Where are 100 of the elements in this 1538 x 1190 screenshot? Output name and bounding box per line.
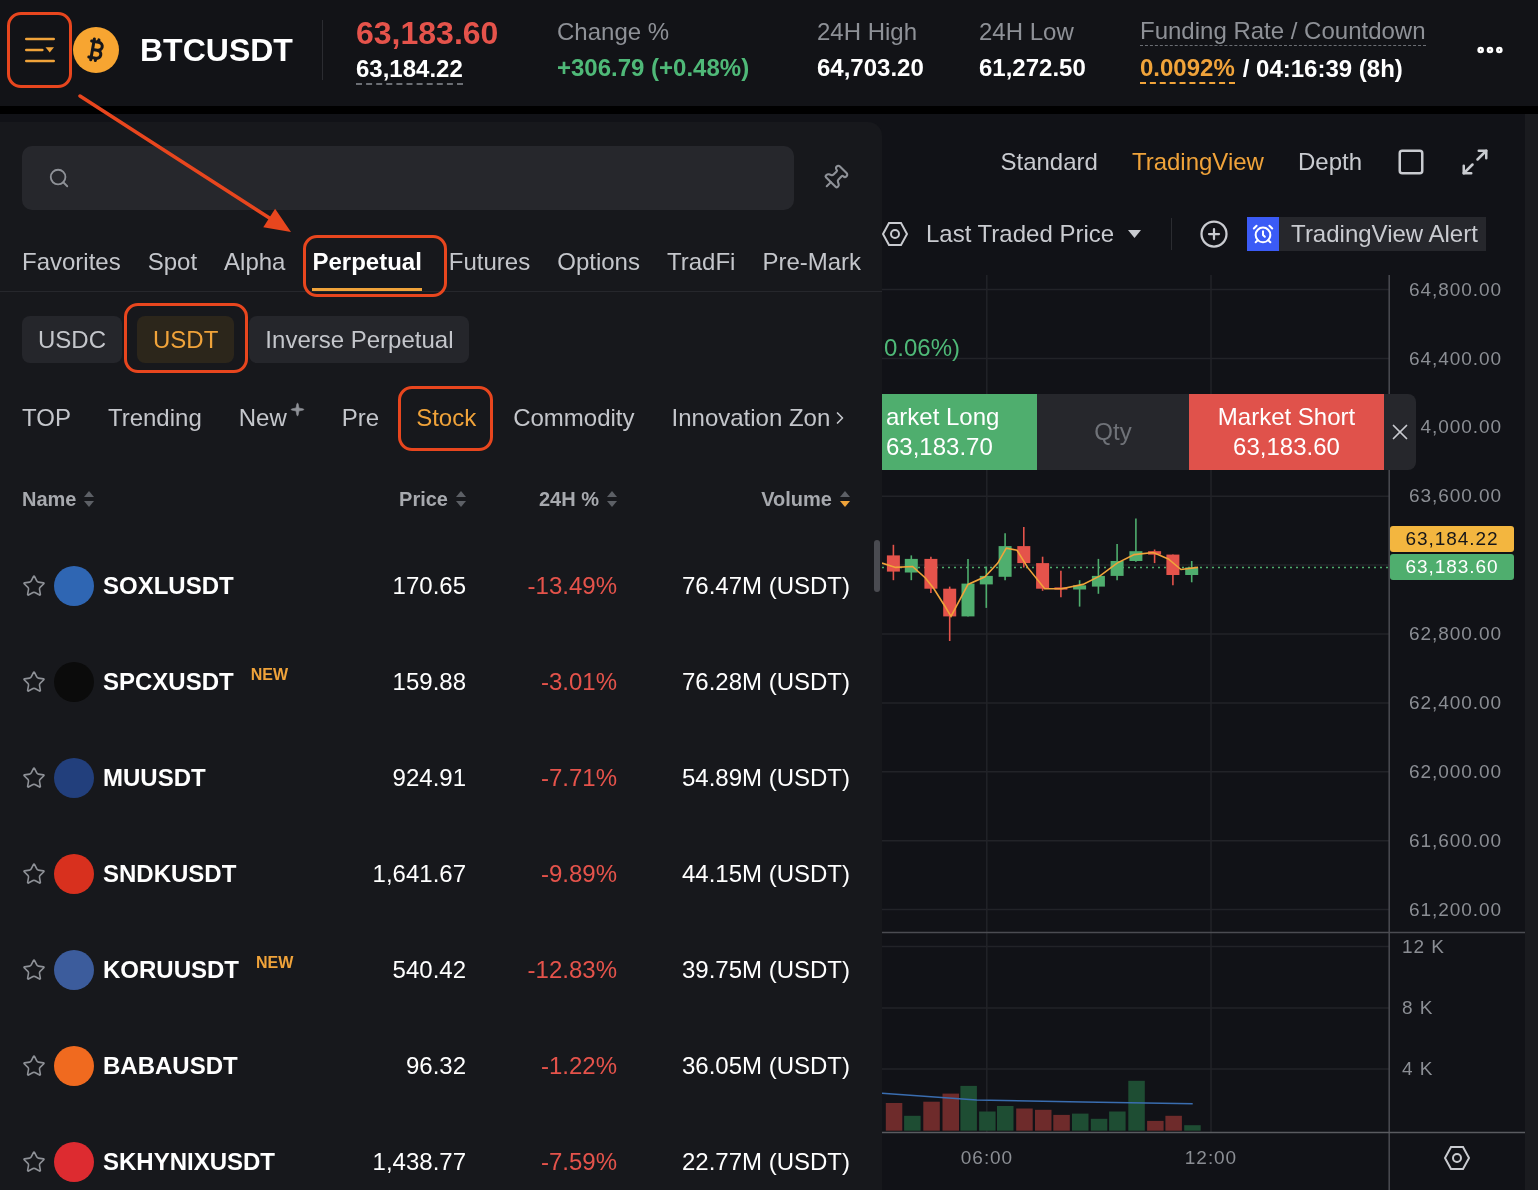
add-icon[interactable]	[1199, 219, 1230, 249]
symbol-name[interactable]: KORUUSDT	[103, 952, 239, 988]
volume-bar	[1072, 1113, 1089, 1131]
quote-tab[interactable]: USDT	[137, 316, 235, 363]
symbol-name[interactable]: MUUSDT	[103, 760, 206, 796]
price-value: 1,641.67	[372, 859, 466, 889]
category-tab[interactable]: Futures	[448, 236, 531, 291]
volume-bar	[1128, 1080, 1145, 1131]
filter-tab[interactable]: Stock	[416, 395, 477, 441]
star-icon[interactable]	[22, 862, 46, 886]
volume-bar	[979, 1111, 996, 1131]
filter-tab[interactable]: Innovation Zon	[671, 395, 831, 441]
star-icon[interactable]	[22, 1150, 46, 1174]
category-tab[interactable]: Pre-Mark	[762, 236, 862, 291]
column-header[interactable]: Volume	[761, 484, 850, 514]
symbol-name[interactable]: SKHYNIXUSDT	[103, 1144, 276, 1180]
symbol-name[interactable]: BABAUSDT	[103, 1048, 238, 1084]
volume-bar	[1184, 1125, 1201, 1131]
last-price: 63,183.60	[356, 15, 499, 51]
menu-icon	[25, 37, 55, 63]
price-axis-label: 64,800.00	[1408, 278, 1502, 302]
price-axis-label: 62,800.00	[1408, 622, 1502, 646]
funding-rate-value[interactable]: 0.0092%	[1140, 53, 1235, 84]
price-axis-label: 62,000.00	[1408, 760, 1502, 784]
time-axis-label: 06:00	[959, 1146, 1015, 1170]
star-icon[interactable]	[22, 1054, 46, 1078]
hexagon-icon[interactable]	[882, 222, 908, 246]
column-header[interactable]: 24H %	[538, 484, 617, 514]
market-short-button[interactable]: Market Short 63,183.60	[1189, 394, 1384, 470]
filter-tab[interactable]: Trending	[107, 395, 202, 441]
volume-bar	[923, 1101, 940, 1131]
category-tab[interactable]: Alpha	[224, 236, 286, 291]
change-percent: -7.59%	[540, 1147, 617, 1177]
stat-value: +306.79 (+0.48%)	[557, 54, 750, 82]
filter-tab[interactable]: TOP	[22, 395, 71, 441]
filter-tab[interactable]: Commodity	[513, 395, 635, 441]
symbol-name[interactable]: SOXLUSDT	[103, 568, 234, 604]
candle	[961, 558, 975, 618]
price-tag: 63,184.22	[1390, 526, 1514, 552]
time-axis-label: 12:00	[1183, 1146, 1239, 1170]
star-icon[interactable]	[22, 958, 46, 982]
volume-value: 54.89M (USDT)	[681, 763, 850, 793]
qty-field[interactable]: Qty	[1037, 394, 1189, 470]
pair-symbol[interactable]: BTCUSDT	[140, 31, 322, 69]
price-tag: 63,183.60	[1390, 554, 1514, 580]
star-icon[interactable]	[22, 574, 46, 598]
settings-icon[interactable]	[1444, 1146, 1470, 1170]
candle	[1148, 548, 1162, 564]
candle	[1129, 517, 1143, 563]
change-percent: -1.22%	[540, 1051, 617, 1081]
alarm-clock-icon	[1247, 217, 1280, 251]
category-tab[interactable]: TradFi	[666, 236, 736, 291]
volume-axis-label: 12 K	[1402, 935, 1445, 959]
price-value: 170.65	[392, 571, 466, 601]
symbol-name[interactable]: SPCXUSDT	[103, 664, 234, 700]
category-tab[interactable]: Spot	[147, 236, 198, 291]
candle	[924, 555, 938, 594]
category-tab[interactable]: Options	[557, 236, 640, 291]
volume-axis-label: 4 K	[1402, 1057, 1434, 1081]
category-tab[interactable]: Perpetual	[312, 236, 422, 291]
price-axis-label: 62,400.00	[1408, 691, 1502, 715]
change-percent: -7.71%	[540, 763, 617, 793]
volume-value: 76.28M (USDT)	[681, 667, 850, 697]
symbol-name[interactable]: SNDKUSDT	[103, 856, 237, 892]
close-button[interactable]	[1384, 394, 1416, 470]
quote-tab[interactable]: USDC	[22, 316, 122, 363]
volume-value: 39.75M (USDT)	[681, 955, 850, 985]
column-header[interactable]: Price	[399, 484, 466, 514]
category-tab[interactable]: Favorites	[22, 236, 121, 291]
volume-axis-label: 8 K	[1402, 996, 1434, 1020]
quote-tab[interactable]: Inverse Perpetual	[249, 316, 470, 363]
candle	[904, 554, 918, 581]
stat-value: 64,703.20	[817, 54, 924, 82]
stat-label: 24H High	[817, 18, 918, 46]
new-label: NEW	[256, 953, 294, 973]
alert-button[interactable]: TradingView Alert	[1247, 217, 1486, 251]
caret-icon	[1128, 230, 1142, 238]
filter-tab[interactable]: Pre	[341, 395, 380, 441]
change-percent: -13.49%	[527, 571, 617, 601]
price-value: 540.42	[392, 955, 466, 985]
candle	[1036, 555, 1050, 592]
search-field[interactable]	[22, 146, 794, 210]
view-tab[interactable]: Standard	[1000, 144, 1098, 180]
price-value: 1,438.77	[372, 1147, 466, 1177]
column-header[interactable]: Name	[22, 484, 95, 514]
price-value: 159.88	[392, 667, 466, 697]
view-tab[interactable]: Depth	[1297, 144, 1362, 180]
price-source-dropdown[interactable]: Last Traded Price	[926, 216, 1142, 252]
filter-tab[interactable]: New	[238, 395, 305, 441]
expand-icon[interactable]	[1460, 147, 1490, 177]
square-icon[interactable]	[1396, 147, 1426, 177]
star-icon[interactable]	[22, 670, 46, 694]
stat-label: Change %	[557, 18, 670, 46]
star-icon[interactable]	[22, 766, 46, 790]
view-tab[interactable]: TradingView	[1131, 144, 1264, 180]
candle	[1054, 570, 1068, 598]
scrollbar-thumb[interactable]	[874, 540, 880, 592]
stat-value: 61,272.50	[979, 54, 1086, 82]
candle	[998, 532, 1012, 581]
candle	[1017, 526, 1031, 569]
